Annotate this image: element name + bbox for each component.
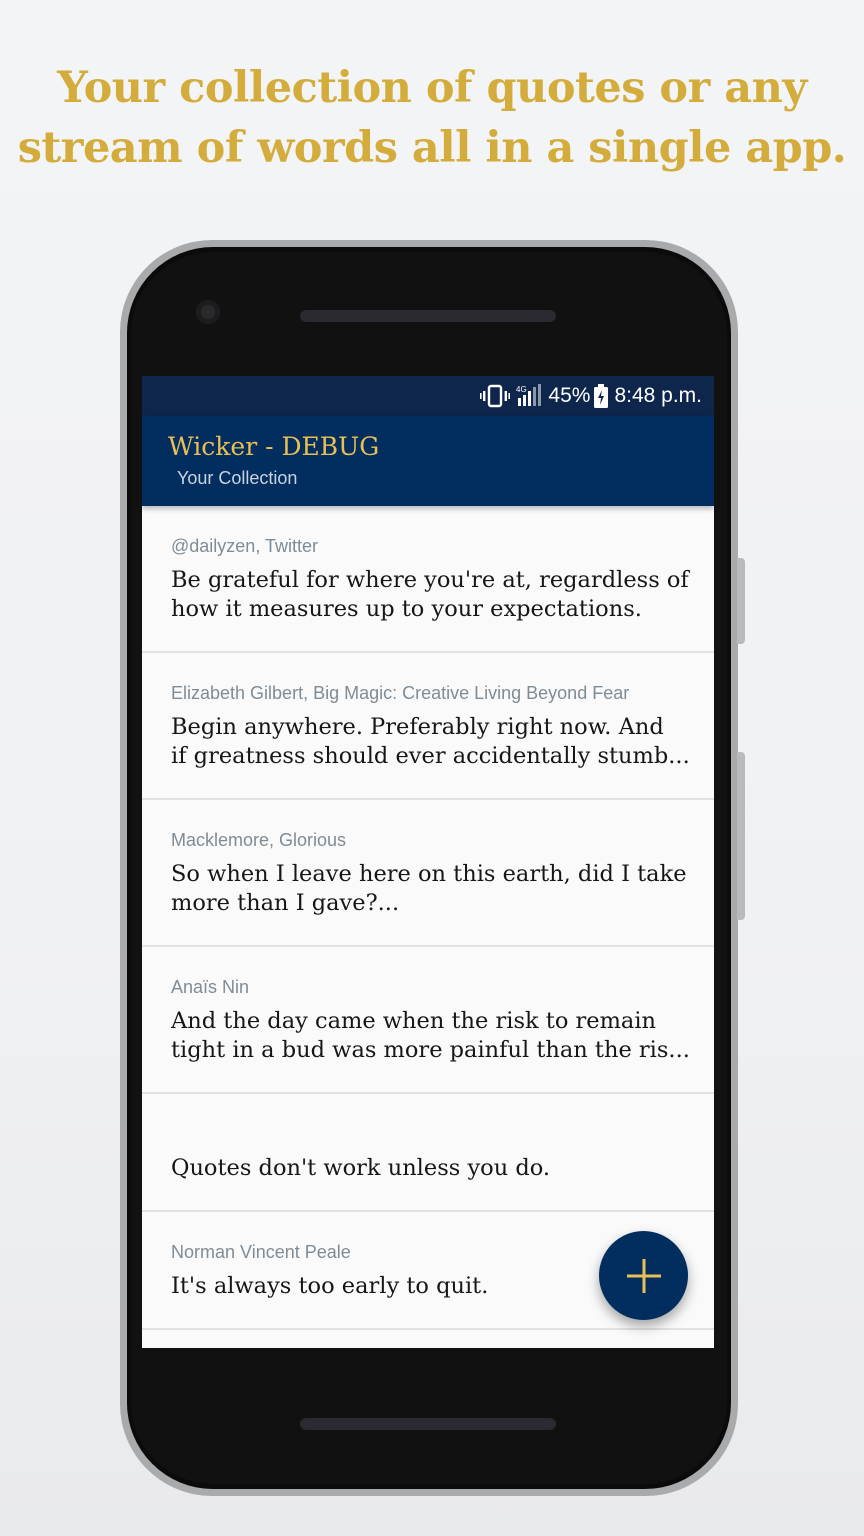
clock: 8:48 p.m. (614, 384, 702, 407)
quote-author: Elizabeth Gilbert, Big Magic: Creative L… (171, 683, 630, 703)
quote-line: And the day came when the risk to remain (171, 1008, 657, 1034)
quote-text: And the day came when the risk to remain… (171, 1007, 691, 1065)
quote-list-item[interactable]: @dailyzen, Twitter Be grateful for where… (142, 506, 714, 653)
quote-line: So when I leave here on this earth, did … (171, 861, 687, 887)
quote-author: @dailyzen, Twitter (171, 536, 318, 556)
quote-author: Anaïs Nin (171, 977, 250, 997)
add-quote-button[interactable] (599, 1231, 688, 1320)
quote-line: Be grateful for where you're at, regardl… (171, 567, 689, 593)
plus-icon (626, 1258, 661, 1293)
quote-text: Begin anywhere. Preferably right now. An… (171, 713, 691, 771)
phone-power-button (737, 558, 745, 644)
quote-line: Quotes don't work unless you do. (171, 1155, 551, 1181)
network-type: 4G (516, 385, 527, 394)
quote-list-item[interactable]: Quotes don't work unless you do. (142, 1094, 714, 1212)
status-bar: 4G 45% 8:48 p.m. (142, 376, 714, 416)
quote-line: more than I gave?... (171, 890, 400, 916)
quote-line: Begin anywhere. Preferably right now. An… (171, 714, 664, 740)
quote-line: how it measures up to your expectations. (171, 596, 642, 622)
front-camera (196, 300, 220, 324)
phone-screen: 4G 45% 8:48 p.m. Wicker - DEBUG Your Col… (142, 376, 714, 1348)
promo-headline: Your collection of quotes or any stream … (0, 58, 864, 178)
quote-list-item[interactable]: Macklemore, Glorious So when I leave her… (142, 800, 714, 947)
phone-volume-button (737, 752, 745, 920)
quote-line: tight in a bud was more painful than the… (171, 1037, 690, 1063)
quote-author: Macklemore, Glorious (171, 830, 347, 850)
quote-list-item[interactable]: Elizabeth Gilbert, Big Magic: Creative L… (142, 653, 714, 800)
quote-line: if greatness should ever accidentally st… (171, 743, 690, 769)
battery-percent: 45% (548, 384, 591, 407)
battery-icon (594, 384, 609, 408)
quote-list-item[interactable]: Anaïs Nin And the day came when the risk… (142, 947, 714, 1094)
app-title: Wicker - DEBUG (168, 432, 380, 461)
quote-list: @dailyzen, Twitter Be grateful for where… (142, 506, 714, 1330)
earpiece-speaker (300, 310, 556, 322)
app-bar: Wicker - DEBUG Your Collection (142, 416, 714, 506)
signal-icon: 4G (516, 384, 542, 408)
promo-headline-line2: stream of words all in a single app. (17, 123, 847, 173)
vibrate-icon (480, 384, 511, 408)
quote-text: So when I leave here on this earth, did … (171, 860, 691, 918)
quote-text: Be grateful for where you're at, regardl… (171, 566, 691, 624)
quote-text: Quotes don't work unless you do. (171, 1154, 691, 1183)
bottom-speaker (300, 1418, 556, 1430)
quote-author: Norman Vincent Peale (171, 1242, 351, 1262)
app-subtitle: Your Collection (177, 468, 298, 488)
promo-headline-line1: Your collection of quotes or any (57, 63, 807, 113)
